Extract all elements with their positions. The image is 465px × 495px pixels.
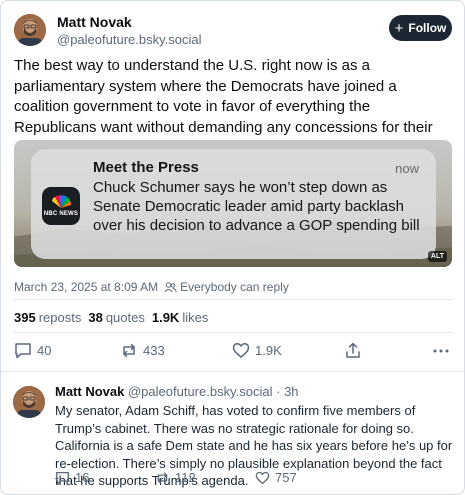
reply-author-avatar[interactable] [13,386,45,418]
like-button[interactable]: 1.9K [232,342,282,359]
notification-time: now [395,161,419,176]
reply-reply-count: 16 [75,470,90,485]
reply-repost-count: 112 [175,470,196,485]
divider [14,332,453,333]
reply-count: 40 [37,343,52,358]
post-timestamp[interactable]: March 23, 2025 at 8:09 AM [14,280,158,294]
quotes-stat[interactable]: 38 quotes [88,310,145,325]
reply-button[interactable]: 40 [14,342,51,359]
repost-icon [157,471,168,484]
reply-header: Matt Novak @paleofuture.bsky.social · 3h [55,384,299,399]
nbc-news-icon: NBC NEWS [42,187,80,225]
people-icon [164,281,177,292]
share-icon [346,342,360,358]
reply-reply-button[interactable]: 16 [55,470,89,485]
notification-body: Chuck Schumer says he won’t step down as… [93,179,420,234]
author-name[interactable]: Matt Novak [57,14,132,30]
reposts-stat[interactable]: 395 reposts [14,310,81,325]
repost-button[interactable]: 433 [120,342,165,359]
reply-author-handle[interactable]: @paleofuture.bsky.social [128,384,272,399]
heart-icon [255,471,270,484]
follow-label: Follow [408,21,447,35]
notification-app-name: Meet the Press [93,159,199,176]
alt-text-badge[interactable]: ALT [427,251,447,262]
post-thread: Matt Novak @paleofuture.bsky.social + Fo… [0,0,465,495]
author-avatar[interactable] [14,14,46,46]
app-icon-label: NBC NEWS [43,211,79,217]
repost-count: 433 [143,343,165,358]
reply-setting: Everybody can reply [164,280,289,294]
share-button[interactable] [345,342,361,359]
more-options-button[interactable] [432,342,450,359]
likes-stat[interactable]: 1.9K likes [152,310,208,325]
post-image[interactable]: NBC NEWS Meet the Press now Chuck Schume… [14,140,452,267]
reply-repost-button[interactable]: 112 [155,470,196,485]
push-notification: NBC NEWS Meet the Press now Chuck Schume… [31,149,436,259]
post-actions: 40 433 1.9K [14,342,452,362]
reply-age[interactable]: 3h [284,384,298,399]
reply-like-count: 757 [275,470,297,485]
reply-icon [56,471,69,484]
plus-icon: + [394,19,404,37]
post-stats: 395 reposts 38 quotes 1.9K likes [14,310,208,325]
reply-icon [15,343,31,359]
heart-icon [232,343,250,358]
more-icon [433,349,449,353]
reply-like-button[interactable]: 757 [255,470,297,485]
post-meta: March 23, 2025 at 8:09 AM Everybody can … [14,280,289,294]
like-count: 1.9K [255,343,282,358]
repost-icon [123,343,135,358]
peacock-logo-icon [52,195,72,208]
thread-divider [1,371,464,372]
reply-separator: · [276,384,281,399]
divider [14,299,453,300]
reply-author-name[interactable]: Matt Novak [55,384,124,399]
author-handle[interactable]: @paleofuture.bsky.social [57,32,201,47]
reply-setting-label: Everybody can reply [180,280,289,294]
follow-button[interactable]: + Follow [389,15,452,41]
